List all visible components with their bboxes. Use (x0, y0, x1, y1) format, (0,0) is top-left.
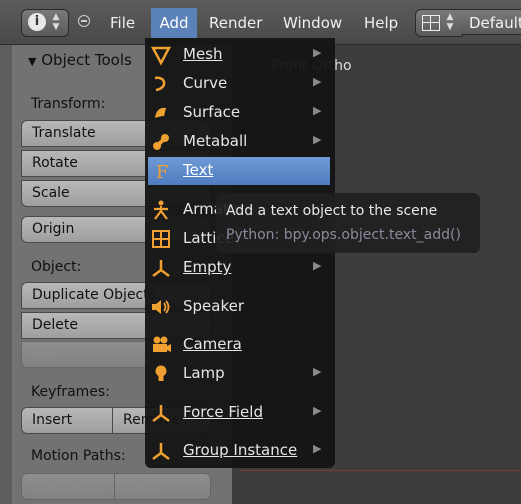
transform-label: Transform: (31, 96, 106, 112)
keyframes-label: Keyframes: (31, 384, 110, 400)
curve-icon (154, 76, 166, 92)
menu-item-label: Group Instance (183, 441, 298, 459)
panel-title: Object Tools (41, 51, 132, 69)
menu-item-label: Force Field (183, 403, 263, 421)
tool-shelf-tabs[interactable] (0, 45, 12, 504)
speaker-icon (152, 300, 170, 314)
insert-keyframe-button[interactable]: Insert (21, 407, 113, 434)
submenu-arrow-icon: ▶ (313, 442, 322, 455)
submenu-arrow-icon: ▶ (313, 104, 322, 117)
editor-type-selector[interactable]: i ▲ ▼ (21, 9, 69, 37)
menu-item-label: Mesh (183, 45, 223, 63)
lattice-icon (152, 230, 170, 248)
menu-item-mesh[interactable]: Mesh ▶ (145, 41, 335, 69)
menu-item-surface[interactable]: Surface ▶ (145, 99, 335, 127)
layout-grid-icon (422, 15, 440, 31)
tooltip-description: Add a text object to the scene (226, 203, 438, 219)
surface-icon (155, 107, 166, 118)
updown-arrows-icon: ▲ ▼ (52, 12, 60, 32)
menu-item-text[interactable]: F Text (148, 157, 330, 185)
collapse-menus-icon[interactable] (78, 15, 90, 27)
menu-item-label: Text (183, 161, 214, 179)
menu-item-label: Speaker (183, 297, 245, 315)
object-label: Object: (31, 259, 82, 275)
menu-item-camera[interactable]: Camera (145, 331, 335, 359)
empty-icon (152, 260, 170, 277)
disclosure-triangle-icon: ▼ (28, 55, 37, 68)
text-icon: F (156, 162, 169, 182)
menu-item-metaball[interactable]: Metaball ▶ (145, 128, 335, 156)
armature-icon (154, 200, 168, 220)
menu-item-lamp[interactable]: Lamp ▶ (145, 360, 335, 388)
x-axis-line (240, 470, 521, 471)
object-tools-panel-header[interactable]: ▼ Object Tools (28, 51, 132, 69)
calculate-paths-button[interactable]: Calculate (21, 473, 115, 500)
add-menu-dropdown: Mesh ▶ Curve ▶ Surface ▶ Metaball ▶ F Te… (145, 38, 335, 468)
menu-item-group-instance[interactable]: Group Instance ▶ (145, 437, 335, 465)
tooltip-python: Python: bpy.ops.object.text_add() (226, 227, 461, 243)
submenu-arrow-icon: ▶ (313, 46, 322, 59)
force-field-icon (152, 405, 170, 422)
menu-window[interactable]: Window (283, 14, 342, 32)
menu-help[interactable]: Help (364, 14, 398, 32)
info-icon: i (28, 13, 46, 31)
tooltip: Add a text object to the scene Python: b… (216, 193, 480, 253)
submenu-arrow-icon: ▶ (313, 75, 322, 88)
motion-paths-label: Motion Paths: (31, 448, 126, 464)
screen-layout-name[interactable]: Default (461, 9, 521, 35)
menu-item-label: Camera (183, 335, 242, 353)
clear-paths-button[interactable]: Clear (114, 473, 211, 500)
submenu-arrow-icon: ▶ (313, 133, 322, 146)
updown-arrows-icon: ▲ ▼ (446, 12, 454, 32)
screen-layout-selector[interactable]: ▲ ▼ (415, 9, 463, 37)
menu-item-label: Metaball (183, 132, 248, 150)
menu-item-empty[interactable]: Empty ▶ (145, 254, 335, 282)
group-instance-icon (152, 443, 170, 460)
svg-text:F: F (156, 162, 169, 182)
menu-item-label: Empty (183, 258, 232, 276)
submenu-arrow-icon: ▶ (313, 259, 322, 272)
menu-add[interactable]: Add (151, 8, 197, 38)
menu-item-label: Surface (183, 103, 241, 121)
camera-icon (153, 336, 171, 352)
menu-item-force-field[interactable]: Force Field ▶ (145, 399, 335, 427)
submenu-arrow-icon: ▶ (313, 365, 322, 378)
mesh-icon (150, 46, 172, 66)
menu-item-label: Lamp (183, 364, 225, 382)
menu-item-label: Curve (183, 74, 228, 92)
metaball-icon (153, 134, 169, 150)
submenu-arrow-icon: ▶ (313, 404, 322, 417)
menu-item-curve[interactable]: Curve ▶ (145, 70, 335, 98)
menu-item-speaker[interactable]: Speaker (145, 293, 335, 321)
menu-render[interactable]: Render (209, 14, 262, 32)
menu-file[interactable]: File (110, 14, 135, 32)
lamp-icon (155, 365, 167, 381)
